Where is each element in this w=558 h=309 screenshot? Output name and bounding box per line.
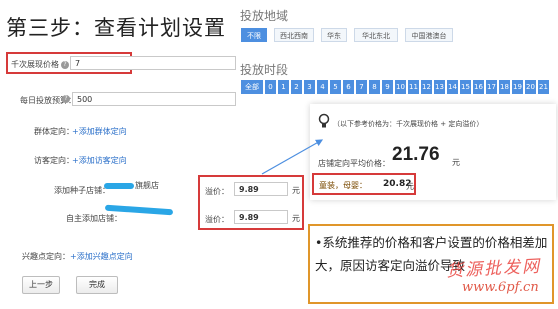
watermark-url: www.6pf.cn <box>462 280 539 295</box>
watermark-brand: 货源批发网 <box>445 256 542 282</box>
